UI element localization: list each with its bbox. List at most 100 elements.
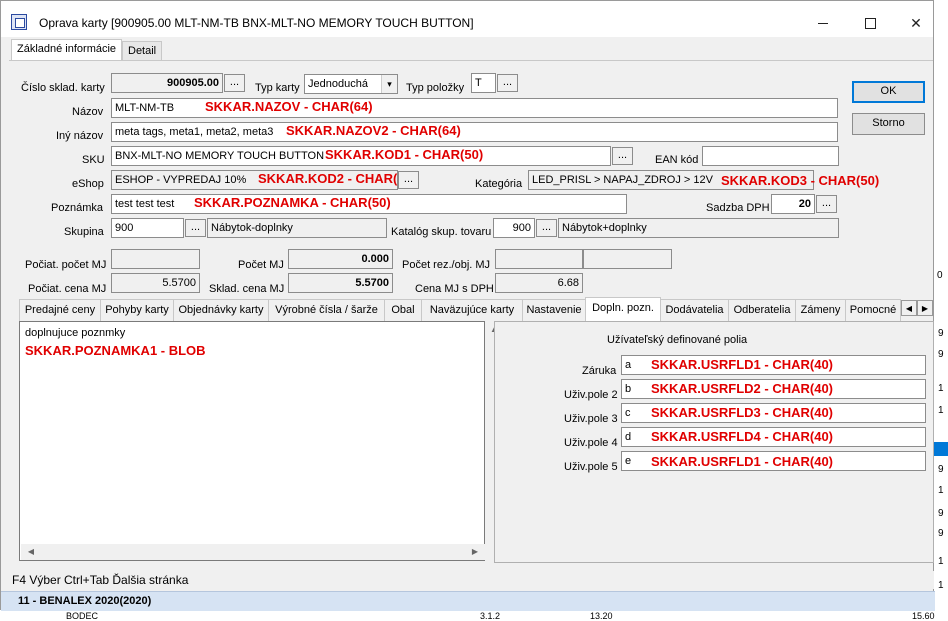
eshop-db-annotation: SKKAR.KOD2 - CHAR(50) (258, 171, 417, 186)
bg-value: 1 (938, 580, 944, 591)
typ-polozky-label: Typ položky (406, 82, 465, 94)
katalog-field[interactable]: 900 (493, 218, 535, 238)
sklad-cena-label: Sklad. cena MJ (209, 283, 285, 295)
bg-value: 9 (938, 508, 944, 519)
pocat-cena-label: Počiat. cena MJ (28, 283, 107, 295)
udf-db-annotation-4: SKKAR.USRFLD4 - CHAR(40) (651, 429, 834, 444)
typ-karty-value: Jednoduchá (308, 78, 368, 90)
tab-predajne-ceny[interactable]: Predajné ceny (19, 299, 101, 321)
udf-label-1: Záruka (582, 365, 617, 377)
tab-pohyby-karty[interactable]: Pohyby karty (100, 299, 174, 321)
pocet-field: 0.000 (288, 249, 393, 269)
sku-lookup-button[interactable]: ... (612, 147, 633, 165)
tab-nastavenie[interactable]: Nastavenie (522, 299, 586, 321)
bg-selected-row (934, 442, 948, 456)
tab-detail[interactable]: Detail (122, 41, 163, 60)
pocat-pocet-field (111, 249, 200, 269)
bg-value: 0 (937, 270, 943, 281)
tab-obal[interactable]: Obal (384, 299, 422, 321)
pocet-obj-field (583, 249, 672, 269)
tab-vyrobne-cisla[interactable]: Výrobné čísla / šarže (268, 299, 385, 321)
tab-navazujuce-karty[interactable]: Naväzujúce karty (421, 299, 523, 321)
pocet-rez-field (495, 249, 583, 269)
udf-title: Užívateľský definované polia (607, 334, 748, 346)
udf-label-3: Uživ.pole 3 (564, 413, 618, 425)
udf-db-annotation-5: SKKAR.USRFLD1 - CHAR(40) (651, 454, 834, 469)
nazov-db-annotation: SKKAR.NAZOV - CHAR(64) (205, 99, 373, 114)
tab-odberatelia[interactable]: Odberatelia (728, 299, 796, 321)
memo-db-annotation: SKKAR.POZNAMKA1 - BLOB (25, 343, 206, 358)
katalog-label: Katalóg skup. tovaru (391, 226, 492, 238)
tab-zameny[interactable]: Zámeny (795, 299, 846, 321)
cislo-label: Číslo sklad. karty (21, 82, 105, 94)
ean-label: EAN kód (655, 154, 699, 166)
cena-dph-label: Cena MJ s DPH (415, 283, 494, 295)
bg-value: 9 (938, 464, 944, 475)
scroll-left-icon[interactable]: ◀ (23, 547, 39, 556)
bg-value: 9 (938, 328, 944, 339)
ean-field[interactable] (702, 146, 839, 166)
storno-button[interactable]: Storno (852, 113, 925, 135)
skupina-lookup-button[interactable]: ... (185, 219, 206, 237)
sklad-cena-field: 5.5700 (288, 273, 393, 293)
cena-dph-field: 6.68 (495, 273, 583, 293)
doplnujuce-poznamky-memo[interactable]: doplnujuce poznmky SKKAR.POZNAMKA1 - BLO… (19, 321, 502, 561)
katalog-name-field: Nábytok+doplnky (558, 218, 839, 238)
bg-row-text: 15.60 (912, 611, 935, 621)
tab-scroll-left-icon[interactable]: ◀ (901, 300, 917, 316)
pocat-cena-field: 5.5700 (111, 273, 200, 293)
ok-button[interactable]: OK (852, 81, 925, 103)
scroll-right-icon[interactable]: ▶ (467, 547, 483, 556)
iny-nazov-label: Iný názov (56, 130, 104, 142)
tab-zakladne-informacie[interactable]: Základné informácie (11, 39, 123, 60)
udf-db-annotation-1: SKKAR.USRFLD1 - CHAR(40) (651, 357, 834, 372)
kategoria-db-annotation: SKKAR.KOD3 - CHAR(50) (721, 173, 880, 188)
eshop-label: eShop (72, 178, 104, 190)
title-bar[interactable]: Oprava karty [900905.00 MLT-NM-TB BNX-ML… (1, 1, 933, 37)
sadzba-dph-label: Sadzba DPH (706, 202, 770, 214)
typ-polozky-lookup-button[interactable]: ... (497, 74, 518, 92)
iny-nazov-field[interactable]: meta tags, meta1, meta2, meta3 (111, 122, 838, 142)
kategoria-label: Kategória (475, 178, 523, 190)
background-window-strip (934, 0, 948, 619)
typ-polozky-field[interactable]: T (471, 73, 496, 93)
eshop-lookup-button[interactable]: ... (398, 171, 419, 189)
status-bar: F4 Výber Ctrl+Tab Ďalšia stránka (2, 571, 934, 589)
cislo-field[interactable]: 900905.00 (111, 73, 223, 93)
maximize-button[interactable] (847, 9, 893, 37)
app-icon (11, 14, 27, 30)
chevron-down-icon[interactable]: ▾ (381, 75, 397, 93)
sku-label: SKU (82, 154, 105, 166)
sadzba-dph-field[interactable]: 20 (771, 194, 815, 214)
bg-row-text: 13.20 (590, 611, 613, 621)
udf-db-annotation-2: SKKAR.USRFLD2 - CHAR(40) (651, 381, 834, 396)
memo-text: doplnujuce poznmky (25, 327, 126, 339)
window-title: Oprava karty [900905.00 MLT-NM-TB BNX-ML… (39, 16, 474, 30)
minimize-button[interactable] (801, 9, 847, 37)
tab-dopln-pozn[interactable]: Dopln. pozn. (585, 297, 661, 321)
typ-karty-label: Typ karty (255, 82, 300, 94)
bg-value: 1 (938, 485, 944, 496)
sadzba-dph-lookup-button[interactable]: ... (816, 195, 837, 213)
tab-pomocne[interactable]: Pomocné (845, 299, 901, 321)
company-bar: 11 - BENALEX 2020(2020) (1, 591, 935, 611)
bg-value: 1 (938, 405, 944, 416)
poznamka-label: Poznámka (51, 202, 103, 214)
udf-label-2: Uživ.pole 2 (564, 389, 618, 401)
skupina-name-field: Nábytok-doplnky (207, 218, 387, 238)
memo-horizontal-scrollbar[interactable]: ◀ ▶ (21, 544, 486, 560)
nazov-label: Názov (72, 106, 104, 118)
tab-objednavky-karty[interactable]: Objednávky karty (173, 299, 269, 321)
tab-scroll-right-icon[interactable]: ▶ (917, 300, 933, 316)
skupina-label: Skupina (64, 226, 104, 238)
close-icon: ✕ (910, 15, 922, 31)
bg-value: 1 (938, 383, 944, 394)
tab-dodavatelia[interactable]: Dodávatelia (660, 299, 729, 321)
close-button[interactable]: ✕ (893, 9, 939, 37)
skupina-field[interactable]: 900 (111, 218, 184, 238)
bg-row-text: BODEC (66, 611, 99, 621)
bg-value: 1 (938, 556, 944, 567)
cislo-lookup-button[interactable]: ... (224, 74, 245, 92)
poznamka-db-annotation: SKKAR.POZNAMKA - CHAR(50) (194, 195, 391, 210)
katalog-lookup-button[interactable]: ... (536, 219, 557, 237)
